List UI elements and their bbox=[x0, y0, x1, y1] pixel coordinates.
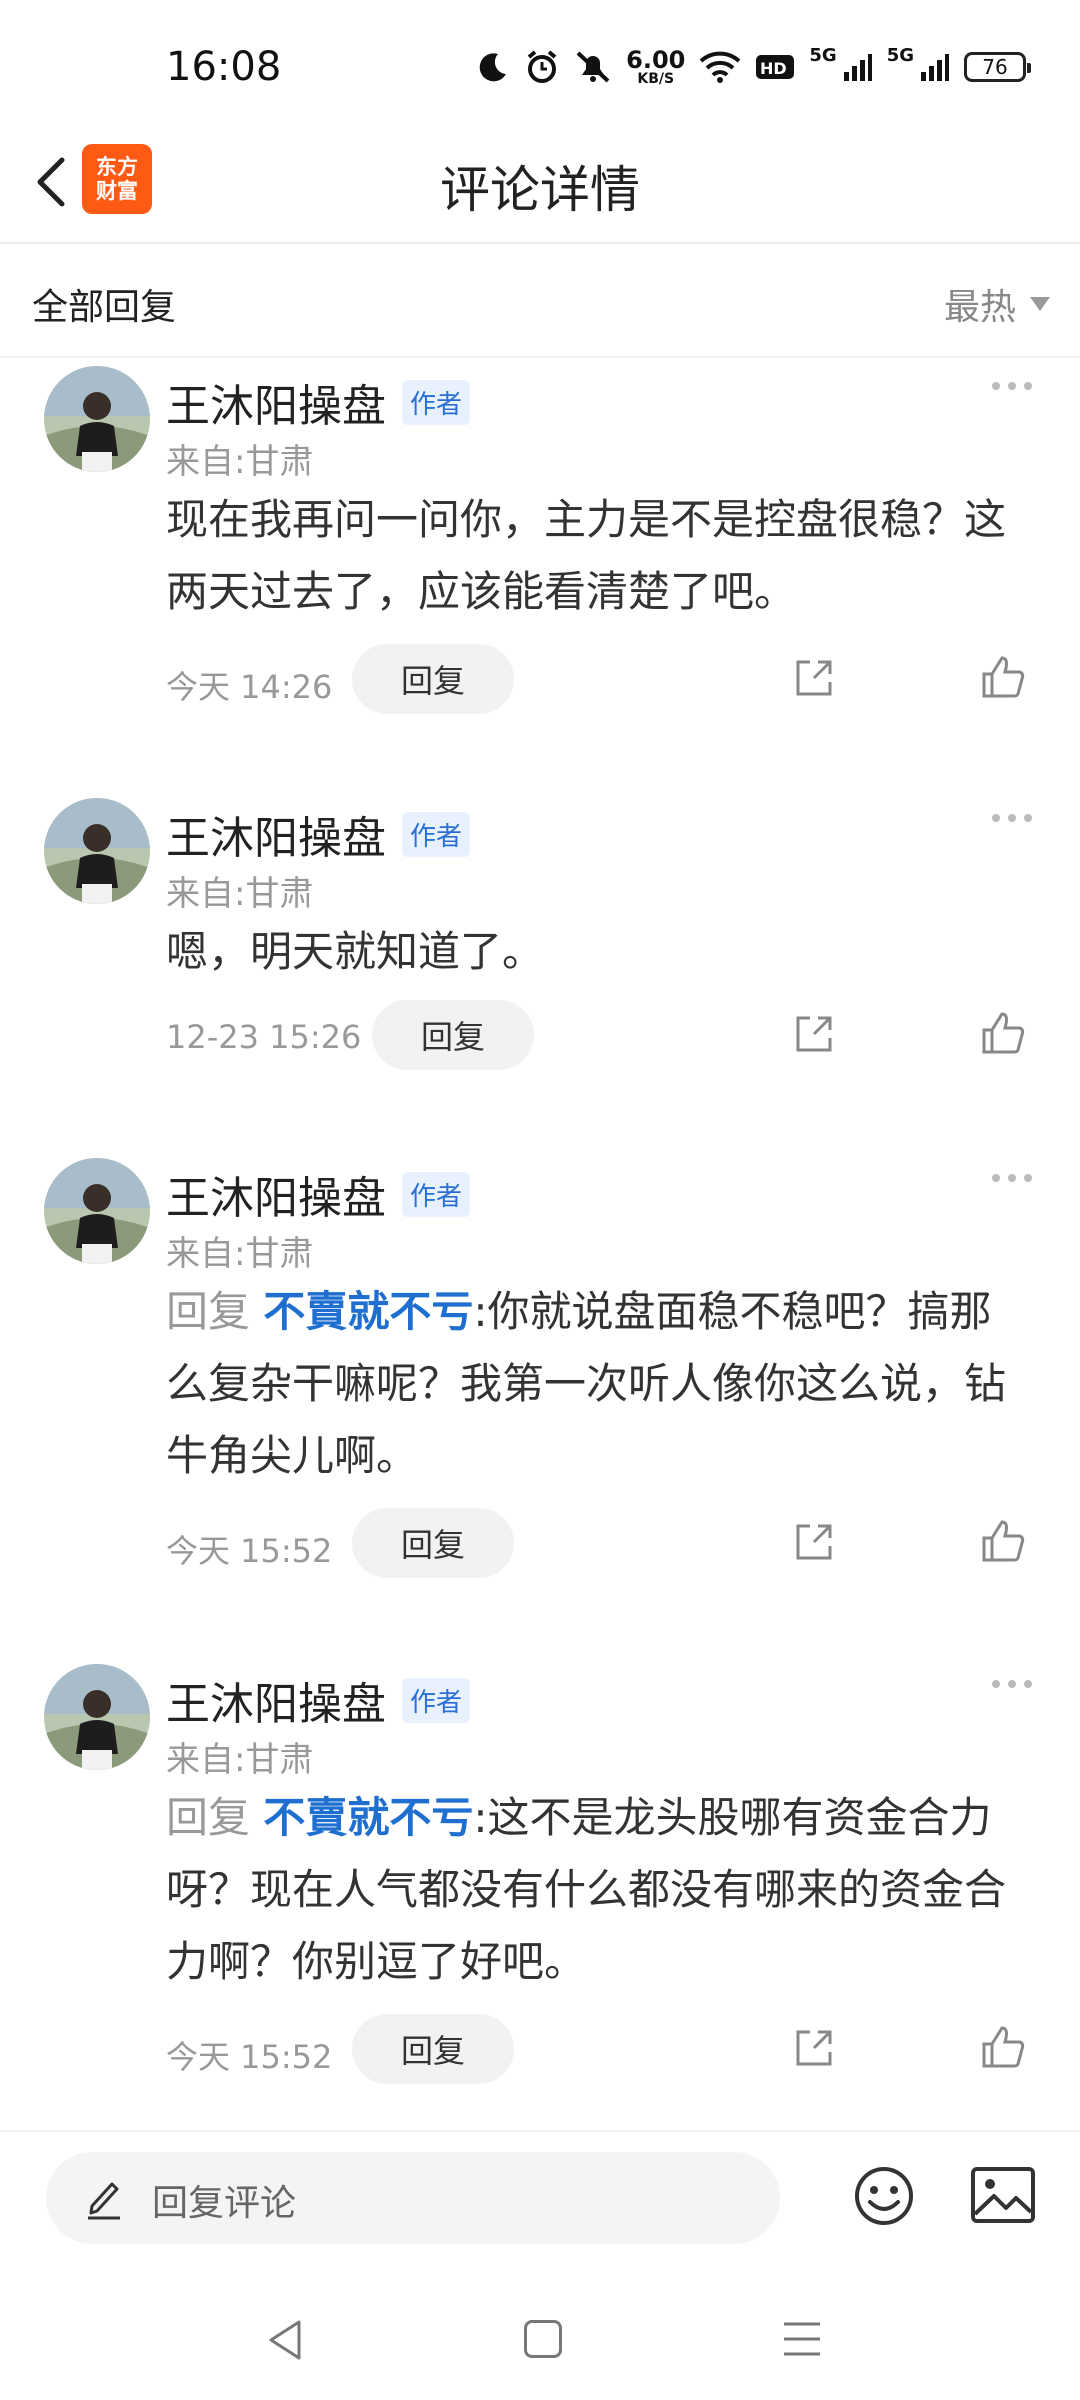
share-icon[interactable] bbox=[790, 1010, 838, 1058]
share-icon[interactable] bbox=[790, 654, 838, 702]
system-nav-bar bbox=[0, 2290, 1080, 2400]
comment-item: 王沐阳操盘 作者 来自:甘肃 回复 不賣就不亏:这不是龙头股哪有资金合力呀？现在… bbox=[0, 1664, 1080, 2104]
like-icon[interactable] bbox=[978, 2022, 1028, 2072]
sort-label: 最热 bbox=[943, 287, 1016, 328]
author-badge: 作者 bbox=[402, 379, 471, 425]
net-speed-unit: KB/S bbox=[637, 71, 675, 87]
name-row: 王沐阳操盘 作者 bbox=[166, 802, 471, 866]
sort-dropdown[interactable]: 最热 bbox=[944, 278, 1050, 330]
avatar[interactable] bbox=[44, 366, 150, 472]
battery-level: 76 bbox=[982, 55, 1008, 79]
comment-text: 现在我再问一问你，主力是不是控盘很稳？这两天过去了，应该能看清楚了吧。 bbox=[166, 484, 1026, 628]
nav-back-icon[interactable] bbox=[265, 2318, 305, 2362]
status-bar: 16:08 6.00 KB/S HD 5G 5G 76 bbox=[0, 0, 1080, 130]
signal-label-1: 5G bbox=[809, 44, 837, 66]
reply-button[interactable]: 回复 bbox=[352, 644, 514, 714]
net-speed-value: 6.00 bbox=[626, 46, 686, 74]
reply-prefix: 回复 bbox=[166, 1287, 251, 1336]
status-icons: 6.00 KB/S HD 5G 5G 76 bbox=[476, 42, 1031, 92]
comment-text: 回复 不賣就不亏:这不是龙头股哪有资金合力呀？现在人气都没有什么都没有哪来的资金… bbox=[166, 1782, 1026, 1998]
comment-item: 王沐阳操盘 作者 来自:甘肃 回复 不賣就不亏:你就说盘面稳不稳吧？搞那么复杂干… bbox=[0, 1158, 1080, 1598]
battery-icon: 76 bbox=[964, 52, 1031, 82]
all-replies-label: 全部回复 bbox=[32, 287, 177, 328]
header: 东方 财富 评论详情 bbox=[0, 130, 1080, 244]
moon-icon bbox=[479, 53, 507, 82]
comment-meta: 今天 15:52 回复 bbox=[166, 2014, 1046, 2086]
like-icon[interactable] bbox=[978, 1008, 1028, 1058]
username[interactable]: 王沐阳操盘 bbox=[166, 370, 386, 434]
signal-label-2: 5G bbox=[886, 44, 914, 66]
signal-icon-2 bbox=[921, 54, 949, 81]
more-options-icon[interactable] bbox=[992, 382, 1032, 390]
more-options-icon[interactable] bbox=[992, 1174, 1032, 1182]
comment-item: 王沐阳操盘 作者 来自:甘肃 嗯，明天就知道了。 12-23 15:26 回复 bbox=[0, 798, 1080, 1098]
page-title: 评论详情 bbox=[440, 161, 640, 219]
more-options-icon[interactable] bbox=[992, 814, 1032, 822]
share-icon[interactable] bbox=[790, 1518, 838, 1566]
comment-text: 回复 不賣就不亏:你就说盘面稳不稳吧？搞那么复杂干嘛呢？我第一次听人像你这么说，… bbox=[166, 1276, 1026, 1492]
comment-date: 今天 14:26 bbox=[166, 668, 333, 706]
hd-label: HD bbox=[760, 59, 787, 78]
reply-target-user[interactable]: 不賣就不亏 bbox=[263, 1287, 473, 1336]
avatar[interactable] bbox=[44, 1158, 150, 1264]
location: 来自:甘肃 bbox=[166, 874, 314, 914]
location: 来自:甘肃 bbox=[166, 442, 314, 482]
comment-date: 今天 15:52 bbox=[166, 2038, 333, 2076]
comment-date: 今天 15:52 bbox=[166, 1532, 333, 1570]
signal-icon bbox=[843, 54, 872, 81]
reply-button[interactable]: 回复 bbox=[352, 2014, 514, 2084]
reply-input-bar: 回复评论 bbox=[0, 2130, 1080, 2272]
like-icon[interactable] bbox=[978, 652, 1028, 702]
comment-date: 12-23 15:26 bbox=[166, 1018, 362, 1056]
comment-body: 现在我再问一问你，主力是不是控盘很稳？这两天过去了，应该能看清楚了吧。 bbox=[166, 495, 1007, 616]
hd-icon: HD bbox=[756, 55, 795, 79]
emoji-icon[interactable] bbox=[852, 2164, 916, 2228]
comment-meta: 今天 15:52 回复 bbox=[166, 1508, 1046, 1580]
location: 来自:甘肃 bbox=[166, 1234, 314, 1274]
username[interactable]: 王沐阳操盘 bbox=[166, 802, 386, 866]
pencil-icon bbox=[88, 2182, 120, 2220]
comment-body: 嗯，明天就知道了。 bbox=[166, 927, 545, 976]
author-badge: 作者 bbox=[402, 811, 471, 857]
author-badge: 作者 bbox=[402, 1677, 471, 1723]
share-icon[interactable] bbox=[790, 2024, 838, 2072]
username[interactable]: 王沐阳操盘 bbox=[166, 1668, 386, 1732]
more-options-icon[interactable] bbox=[992, 1680, 1032, 1688]
avatar[interactable] bbox=[44, 798, 150, 904]
wifi-icon bbox=[700, 51, 741, 83]
filter-bar: 全部回复 最热 bbox=[0, 244, 1080, 358]
dropdown-triangle-icon bbox=[1030, 297, 1050, 311]
reply-target-user[interactable]: 不賣就不亏 bbox=[263, 1793, 473, 1842]
status-time: 16:08 bbox=[166, 44, 282, 90]
author-badge: 作者 bbox=[402, 1171, 471, 1217]
username[interactable]: 王沐阳操盘 bbox=[166, 1162, 386, 1226]
nav-home-icon[interactable] bbox=[524, 2320, 562, 2358]
reply-button[interactable]: 回复 bbox=[352, 1508, 514, 1578]
image-icon[interactable] bbox=[970, 2166, 1036, 2224]
reply-placeholder: 回复评论 bbox=[152, 2183, 297, 2224]
name-row: 王沐阳操盘 作者 bbox=[166, 370, 471, 434]
location: 来自:甘肃 bbox=[166, 1740, 314, 1780]
comment-meta: 12-23 15:26 回复 bbox=[166, 1000, 1046, 1072]
comment-meta: 今天 14:26 回复 bbox=[166, 644, 1046, 716]
avatar[interactable] bbox=[44, 1664, 150, 1770]
reply-button[interactable]: 回复 bbox=[372, 1000, 534, 1070]
like-icon[interactable] bbox=[978, 1516, 1028, 1566]
nav-menu-icon[interactable] bbox=[782, 2320, 822, 2358]
comment-text: 嗯，明天就知道了。 bbox=[166, 916, 1026, 988]
mute-icon bbox=[576, 51, 610, 83]
comment-item: 王沐阳操盘 作者 来自:甘肃 现在我再问一问你，主力是不是控盘很稳？这两天过去了… bbox=[0, 366, 1080, 736]
name-row: 王沐阳操盘 作者 bbox=[166, 1668, 471, 1732]
reply-prefix: 回复 bbox=[166, 1793, 251, 1842]
name-row: 王沐阳操盘 作者 bbox=[166, 1162, 471, 1226]
reply-input[interactable]: 回复评论 bbox=[46, 2152, 780, 2244]
alarm-icon bbox=[527, 50, 557, 83]
net-speed: 6.00 KB/S bbox=[626, 48, 685, 86]
